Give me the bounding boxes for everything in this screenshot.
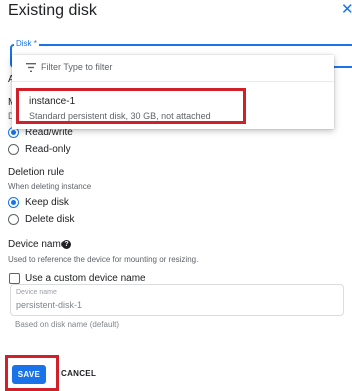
close-icon[interactable]: ✕ (341, 1, 352, 19)
disk-field-label: Disk * (14, 38, 39, 50)
mode-read-only[interactable]: Read-only (8, 143, 88, 157)
radio-label: Keep disk (25, 197, 69, 208)
filter-input[interactable]: Filter Type to filter (41, 61, 112, 73)
disk-dropdown-menu: Filter Type to filter instance-1 Standar… (12, 55, 334, 129)
deletion-rule-title: Deletion rule (8, 167, 65, 178)
radio-button[interactable] (8, 197, 19, 208)
device-name-field-helper: Based on disk name (default) (15, 320, 120, 329)
device-name-title: Device name (8, 239, 67, 250)
deletion-rule-helper: When deleting instance (8, 182, 92, 191)
option-title: instance-1 (29, 96, 76, 107)
cancel-button[interactable]: CANCEL (61, 369, 96, 379)
help-icon[interactable]: ? (62, 240, 71, 249)
disk-option-instance-1[interactable]: instance-1 Standard persistent disk, 30 … (16, 88, 246, 124)
radio-button[interactable] (8, 144, 19, 155)
device-name-helper: Used to reference the device for mountin… (8, 255, 199, 264)
filter-row[interactable]: Filter Type to filter (12, 55, 334, 82)
save-highlight (5, 355, 59, 391)
deletion-delete-disk[interactable]: Delete disk (8, 213, 88, 227)
custom-device-name-checkbox[interactable] (9, 273, 20, 284)
deletion-keep-disk[interactable]: Keep disk (8, 196, 88, 210)
option-subtitle: Standard persistent disk, 30 GB, not att… (29, 111, 211, 121)
radio-label: Read-only (25, 144, 71, 155)
filter-icon (26, 63, 36, 72)
device-name-field-value: persistent-disk-1 (16, 300, 83, 310)
dialog-title: Existing disk (8, 2, 97, 19)
radio-label: Delete disk (25, 214, 75, 225)
device-name-field-label: Device name (16, 289, 57, 296)
radio-button[interactable] (8, 214, 19, 225)
